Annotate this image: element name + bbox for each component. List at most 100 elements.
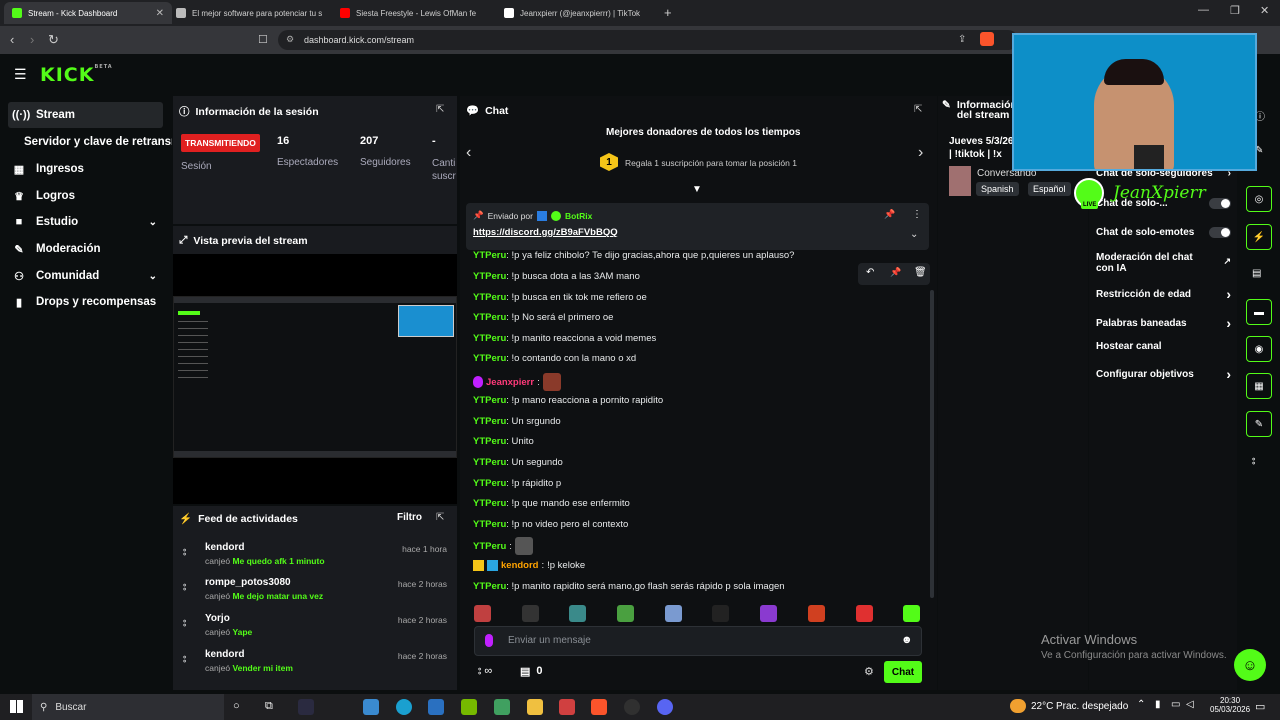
edge-icon[interactable] bbox=[396, 699, 412, 715]
layout-icon[interactable]: ▦ bbox=[1246, 373, 1272, 399]
chat-message[interactable]: YTPeru: Un srgundo bbox=[473, 416, 561, 427]
pin-icon[interactable]: 📌 bbox=[884, 209, 895, 220]
mic-icon[interactable] bbox=[485, 634, 493, 647]
reload-icon[interactable]: ↻ bbox=[48, 32, 59, 48]
emote-icon[interactable] bbox=[903, 605, 920, 622]
new-tab-icon[interactable]: + bbox=[664, 5, 672, 20]
chat-username[interactable]: YTPeru bbox=[473, 478, 506, 489]
share-icon[interactable]: ⇪ bbox=[958, 34, 966, 45]
filter-icon[interactable]: ▼ bbox=[692, 184, 702, 195]
chat-message[interactable]: YTPeru: Un segundo bbox=[473, 457, 563, 468]
tab-youtube[interactable]: Siesta Freestyle - Lewis OfMan fe bbox=[332, 2, 500, 24]
chat-username[interactable]: YTPeru bbox=[473, 519, 506, 530]
mail-icon[interactable] bbox=[428, 699, 444, 715]
notification-icon[interactable]: ▭ bbox=[1255, 700, 1265, 713]
forward-icon[interactable]: › bbox=[30, 32, 34, 47]
gift-count[interactable]: ▤ 0 bbox=[520, 665, 543, 678]
popout-icon[interactable]: ⇱ bbox=[436, 512, 444, 523]
chat-username[interactable]: YTPeru bbox=[473, 250, 506, 261]
feed-user[interactable]: kendord bbox=[205, 542, 244, 553]
sidebar-item-server-key[interactable]: Servidor y clave de retransm bbox=[20, 129, 172, 155]
chat-message[interactable]: YTPeru: Unito bbox=[473, 436, 534, 447]
network-icon[interactable]: ▭ bbox=[1171, 699, 1180, 710]
taskbar-app-icon[interactable] bbox=[298, 699, 314, 715]
chat-username[interactable]: YTPeru bbox=[473, 416, 506, 427]
bolt-icon[interactable]: ⚡ bbox=[1246, 224, 1272, 250]
chat-message[interactable]: kendord: !p keloke bbox=[473, 560, 585, 571]
more-options-icon[interactable]: ⋮ bbox=[912, 209, 922, 220]
support-button[interactable]: ☺ bbox=[1234, 649, 1266, 681]
back-icon[interactable]: ‹ bbox=[10, 32, 14, 47]
tag-language[interactable]: Spanish bbox=[976, 182, 1019, 196]
tray-chevron-icon[interactable]: ⌃ bbox=[1137, 699, 1145, 710]
feed-user[interactable]: rompe_potos3080 bbox=[205, 577, 291, 588]
hamburger-menu-icon[interactable]: ☰ bbox=[14, 66, 27, 83]
mic-tray-icon[interactable]: ▮ bbox=[1155, 699, 1161, 710]
chat-message[interactable]: YTPeru: bbox=[473, 537, 533, 555]
kick-logo[interactable]: KICKBETA bbox=[40, 64, 113, 86]
toggle-switch[interactable] bbox=[1209, 198, 1231, 209]
chat-username[interactable]: YTPeru bbox=[473, 353, 506, 364]
brave-shield-icon[interactable] bbox=[980, 32, 994, 46]
setting-goals[interactable]: Configurar objetivos › bbox=[1096, 366, 1231, 382]
chat-message[interactable]: YTPeru: !p no video pero el contexto bbox=[473, 519, 628, 530]
maximize-icon[interactable]: ❐ bbox=[1230, 4, 1240, 17]
site-info-icon[interactable]: ⚙ bbox=[286, 34, 294, 45]
chat-username[interactable]: YTPeru bbox=[473, 395, 506, 406]
folder-icon[interactable] bbox=[527, 699, 543, 715]
app-icon[interactable] bbox=[559, 699, 575, 715]
sidebar-item-income[interactable]: ▦ Ingresos bbox=[8, 156, 163, 182]
chat-bubble-icon[interactable]: ▬ bbox=[1246, 299, 1272, 325]
setting-banned-words[interactable]: Palabras baneadas › bbox=[1096, 315, 1231, 331]
tag-language[interactable]: Español bbox=[1028, 182, 1071, 196]
emoji-icon[interactable]: ☻ bbox=[901, 634, 913, 646]
chat-username[interactable]: kendord bbox=[501, 560, 538, 571]
sidebar-item-studio[interactable]: ■ Estudio ⌄ bbox=[8, 209, 163, 235]
emote-icon[interactable] bbox=[808, 605, 825, 622]
tab-software[interactable]: El mejor software para potenciar tu s bbox=[168, 2, 336, 24]
chat-scrollbar[interactable] bbox=[930, 290, 934, 598]
pin-icon[interactable]: 📌 bbox=[890, 267, 901, 278]
sidebar-item-stream[interactable]: ((·)) Stream bbox=[8, 102, 163, 128]
sidebar-item-achievements[interactable]: ♛ Logros bbox=[8, 183, 163, 209]
chat-username[interactable]: YTPeru bbox=[473, 541, 506, 552]
chat-username[interactable]: YTPeru bbox=[473, 292, 506, 303]
chat-message[interactable]: YTPeru: !o contando con la mano o xd bbox=[473, 353, 636, 364]
chat-message[interactable]: YTPeru: !p manito reacciona a void memes bbox=[473, 333, 656, 344]
chat-message[interactable]: YTPeru: !p rápidito p bbox=[473, 478, 561, 489]
chat-username[interactable]: YTPeru bbox=[473, 498, 506, 509]
minimize-icon[interactable]: — bbox=[1198, 4, 1209, 16]
chat-username[interactable]: YTPeru bbox=[473, 333, 506, 344]
chat-username[interactable]: YTPeru bbox=[473, 436, 506, 447]
chat-message[interactable]: YTPeru: !p manito rapidito será mano,go … bbox=[473, 581, 785, 592]
send-chat-button[interactable]: Chat bbox=[884, 661, 922, 683]
sidebar-item-community[interactable]: ⚇ Comunidad ⌄ bbox=[8, 263, 163, 289]
chat-username[interactable]: YTPeru bbox=[473, 271, 506, 282]
emote-icon[interactable] bbox=[760, 605, 777, 622]
chat-message[interactable]: YTPeru: !p busca dota a las 3AM mano bbox=[473, 271, 640, 282]
chevron-down-icon[interactable]: ⌄ bbox=[910, 229, 918, 240]
chat-username[interactable]: YTPeru bbox=[473, 581, 506, 592]
emote-icon[interactable] bbox=[712, 605, 729, 622]
taskbar-clock[interactable]: 20:30 05/03/2026 bbox=[1210, 696, 1250, 714]
chat-message[interactable]: Jeanxpierr: bbox=[473, 373, 561, 391]
nvidia-icon[interactable] bbox=[461, 699, 477, 715]
cortana-icon[interactable]: ○ bbox=[233, 700, 240, 712]
sidebar-item-drops[interactable]: ▮ Drops y recompensas bbox=[8, 289, 163, 315]
chat-username[interactable]: YTPeru bbox=[473, 312, 506, 323]
tab-kick-dashboard[interactable]: Stream - Kick Dashboard ✕ bbox=[4, 2, 172, 24]
setting-host-channel[interactable]: Hostear canal bbox=[1096, 341, 1231, 352]
feed-user[interactable]: Yorjo bbox=[205, 613, 230, 624]
trash-icon[interactable]: 🗑 bbox=[914, 267, 927, 278]
brave-icon[interactable] bbox=[591, 699, 607, 715]
feed-user[interactable]: kendord bbox=[205, 649, 244, 660]
chevron-right-icon[interactable]: › bbox=[918, 144, 923, 162]
setting-emotes-only[interactable]: Chat de solo-emotes bbox=[1096, 227, 1231, 238]
document-icon[interactable]: ▤ bbox=[1252, 268, 1261, 279]
emote-icon[interactable] bbox=[569, 605, 586, 622]
store-icon[interactable] bbox=[363, 699, 379, 715]
chat-input[interactable]: Enviar un mensaje ☻ bbox=[474, 626, 922, 656]
taskbar-search[interactable]: ⚲ Buscar bbox=[32, 694, 224, 720]
broadcast-icon[interactable]: ◉ bbox=[1246, 336, 1272, 362]
emote-icon[interactable] bbox=[617, 605, 634, 622]
